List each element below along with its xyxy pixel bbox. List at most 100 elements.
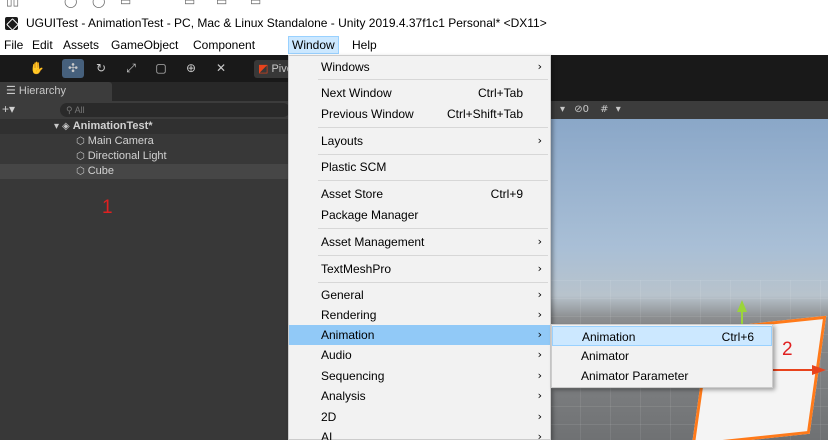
chevron-right-icon: › (537, 348, 542, 361)
window-title: UGUITest - AnimationTest - PC, Mac & Lin… (26, 16, 547, 30)
scale-icon[interactable]: ⤢ (120, 59, 142, 78)
unity-scene-icon: ◈ (62, 121, 70, 132)
menu-item-rendering[interactable]: Rendering › (289, 305, 550, 325)
annotation-label-1: 1 (102, 197, 113, 218)
menu-item-previous-window[interactable]: Previous Window Ctrl+Shift+Tab (289, 104, 550, 124)
submenu-item-animator-parameter[interactable]: Animator Parameter (552, 366, 772, 386)
gameobject-icon: ⬡ (76, 166, 85, 177)
chevron-right-icon: › (537, 328, 542, 341)
menu-divider (318, 79, 548, 80)
object-name: Directional Light (87, 150, 167, 162)
dropdown-icon[interactable]: ▾ (616, 104, 621, 115)
list-icon: ☰ (6, 85, 19, 97)
menu-item-textmeshpro[interactable]: TextMeshPro › (289, 259, 550, 279)
toolbar-glyph-icon: ▯▯ (6, 0, 20, 8)
window-title-bar: UGUITest - AnimationTest - PC, Mac & Lin… (0, 13, 828, 35)
transform-tool-icon[interactable]: ⊕ (180, 59, 202, 78)
hierarchy-search-input[interactable]: ⚲ All (60, 103, 290, 117)
menu-item-ai[interactable]: AI › (289, 427, 550, 440)
menu-divider (318, 255, 548, 256)
menu-divider (318, 228, 548, 229)
toolbar-glyph-icon: ▭ (120, 0, 132, 8)
search-icon: ⚲ (66, 105, 75, 115)
cut-off-toolbar: ▯▯ ◯ ◯ ▭ ▭ ▭ ▭ (0, 0, 828, 12)
submenu-item-animation[interactable]: Animation Ctrl+6 (552, 326, 772, 346)
menu-item-windows[interactable]: Windows › (289, 57, 550, 77)
menu-help[interactable]: Help (349, 37, 380, 53)
menu-gameobject[interactable]: GameObject (108, 37, 181, 53)
scene-name: AnimationTest* (72, 120, 153, 132)
menu-item-package-manager[interactable]: Package Manager (289, 205, 550, 225)
x-axis-arrow-icon[interactable] (812, 365, 826, 375)
gameobject-icon: ⬡ (76, 151, 85, 162)
visibility-icon[interactable]: ⊘ (574, 104, 582, 115)
menu-item-asset-management[interactable]: Asset Management › (289, 232, 550, 252)
menu-item-sequencing[interactable]: Sequencing › (289, 366, 550, 386)
dropdown-icon[interactable]: ▾ (560, 104, 565, 115)
menu-bar: File Edit Assets GameObject Component Wi… (0, 35, 828, 55)
object-name: Main Camera (87, 135, 154, 147)
menu-divider (318, 282, 548, 283)
move-icon[interactable]: ✣ (62, 59, 84, 78)
hierarchy-item-directional-light[interactable]: ⬡ Directional Light (0, 149, 290, 164)
search-placeholder: All (74, 105, 85, 115)
toolbar-glyph-icon: ◯ (64, 0, 78, 8)
scene-row[interactable]: ▾ ◈ AnimationTest* (0, 119, 290, 134)
hierarchy-item-main-camera[interactable]: ⬡ Main Camera (0, 134, 290, 149)
menu-item-plastic-scm[interactable]: Plastic SCM (289, 157, 550, 177)
tab-hierarchy-label: Hierarchy (18, 85, 66, 97)
custom-tool-icon[interactable]: ✕ (210, 59, 232, 78)
menu-divider (318, 154, 548, 155)
rect-tool-icon[interactable]: ▢ (150, 59, 172, 78)
chevron-right-icon: › (537, 369, 542, 382)
chevron-right-icon: › (537, 389, 542, 402)
window-menu-dropdown: Windows › Next Window Ctrl+Tab Previous … (288, 55, 551, 440)
tab-hierarchy[interactable]: ☰ Hierarchy (0, 82, 112, 101)
chevron-right-icon: › (537, 134, 542, 147)
menu-item-analysis[interactable]: Analysis › (289, 386, 550, 406)
rotate-icon[interactable]: ↻ (90, 59, 112, 78)
menu-item-layouts[interactable]: Layouts › (289, 131, 550, 151)
chevron-right-icon: › (537, 235, 542, 248)
hierarchy-tabbar: ☰ Hierarchy (0, 82, 290, 101)
menu-item-2d[interactable]: 2D › (289, 407, 550, 427)
annotation-label-2: 2 (782, 339, 793, 360)
animation-submenu: Animation Ctrl+6 Animator Animator Param… (551, 324, 773, 388)
menu-edit[interactable]: Edit (29, 37, 56, 53)
toolbar-glyph-icon: ◯ (92, 0, 106, 8)
menu-item-next-window[interactable]: Next Window Ctrl+Tab (289, 83, 550, 103)
toolbar-glyph-icon: ▭ (250, 0, 262, 8)
gameobject-icon: ⬡ (76, 136, 85, 147)
hierarchy-item-cube[interactable]: ⬡ Cube (0, 164, 290, 179)
menu-item-asset-store[interactable]: Asset Store Ctrl+9 (289, 184, 550, 204)
menu-component[interactable]: Component (190, 37, 258, 53)
scene-toolbar: ▾ ⊘0 # ▾ (550, 101, 828, 119)
menu-window[interactable]: Window (288, 36, 339, 54)
toolbar-glyph-icon: ▭ (184, 0, 196, 8)
chevron-right-icon: › (537, 308, 542, 321)
chevron-right-icon: › (537, 430, 542, 440)
menu-item-animation[interactable]: Animation › (289, 325, 550, 345)
toolbar-glyph-icon: ▭ (216, 0, 228, 8)
menu-assets[interactable]: Assets (60, 37, 102, 53)
grid-icon[interactable]: # (600, 104, 608, 115)
hidden-count: 0 (582, 104, 589, 115)
object-name: Cube (87, 165, 115, 177)
chevron-right-icon: › (537, 60, 542, 73)
menu-file[interactable]: File (1, 37, 26, 53)
chevron-right-icon: › (537, 262, 542, 275)
chevron-right-icon: › (537, 410, 542, 423)
hand-icon[interactable]: ✋ (26, 59, 48, 78)
submenu-item-animator[interactable]: Animator (552, 346, 772, 366)
hierarchy-search-row: +▾ ⚲ All (0, 101, 290, 119)
y-axis-arrow-icon[interactable] (737, 300, 747, 312)
menu-divider (318, 180, 548, 181)
menu-item-general[interactable]: General › (289, 285, 550, 305)
expand-arrow-icon: ▾ (54, 121, 60, 132)
create-button[interactable]: +▾ (2, 102, 15, 116)
menu-divider (318, 127, 548, 128)
unity-icon (5, 17, 18, 30)
chevron-right-icon: › (537, 288, 542, 301)
pivot-icon: ◩ (258, 63, 269, 75)
menu-item-audio[interactable]: Audio › (289, 345, 550, 365)
